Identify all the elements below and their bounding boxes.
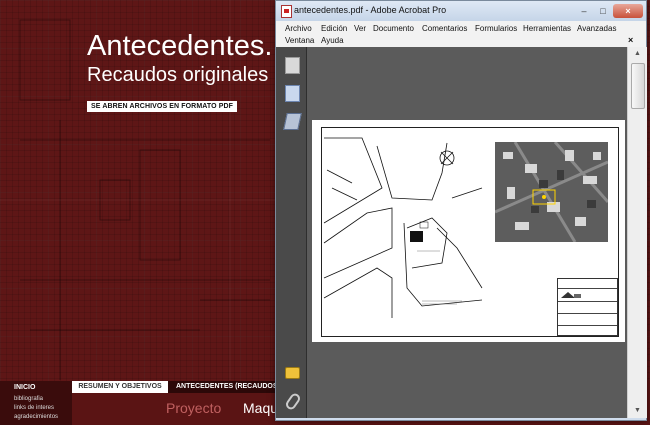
scroll-down-icon[interactable]: ▼ [628,404,647,418]
bookmarks-icon[interactable] [285,85,300,102]
nav-agradecimientos-link[interactable]: agradecimientos [14,414,58,420]
drawing-title-block [557,278,618,336]
tab-resumen-objetivos[interactable]: RESUMEN Y OBJETIVOS [72,381,168,393]
navigation-pane [276,47,307,418]
title-block-row [558,288,617,289]
site-plan-drawing [323,137,483,318]
nav-links-link[interactable]: links de interes [14,405,54,411]
title-block-row [558,313,617,314]
menu-comentarios[interactable]: Comentarios [422,24,467,33]
window-titlebar[interactable]: antecedentes.pdf - Adobe Acrobat Pro – □… [276,1,646,21]
menu-avanzadas[interactable]: Avanzadas [577,24,616,33]
page-title: Antecedentes. [87,30,273,62]
close-button[interactable]: × [613,4,643,18]
menu-documento[interactable]: Documento [373,24,414,33]
close-document-icon[interactable]: × [628,35,633,45]
maximize-button[interactable]: □ [594,4,612,18]
aerial-photo-image [495,142,608,242]
menu-archivo[interactable]: Archivo [285,24,312,33]
title-block-row [558,325,617,326]
menu-herramientas[interactable]: Herramientas [523,24,571,33]
window-title: antecedentes.pdf - Adobe Acrobat Pro [294,5,447,15]
pdf-page [312,120,625,342]
pages-icon[interactable] [285,57,300,74]
scroll-thumb[interactable] [631,63,645,109]
pdf-format-note: SE ABREN ARCHIVOS EN FORMATO PDF [87,101,238,112]
comments-icon[interactable] [285,367,300,379]
menu-formularios[interactable]: Formularios [475,24,517,33]
scroll-up-icon[interactable]: ▲ [628,47,647,61]
nav-inicio-link[interactable]: INICIO [14,384,35,391]
aerial-photo [495,142,608,242]
title-block-row [558,301,617,302]
attachment-icon[interactable] [284,391,302,412]
page-subtitle: Recaudos originales [87,64,269,86]
tab-antecedentes[interactable]: ANTECEDENTES (RECAUDOS O [168,381,280,393]
menu-ventana[interactable]: Ventana [285,36,314,45]
acrobat-window: antecedentes.pdf - Adobe Acrobat Pro – □… [275,0,647,421]
menu-bar: Archivo Edición Ver Documento Comentario… [276,21,646,47]
pdf-file-icon [281,5,292,18]
left-nav-menu: INICIO bibliografia links de interes agr… [0,381,72,425]
menu-ayuda[interactable]: Ayuda [321,36,344,45]
document-area[interactable] [307,47,627,418]
vertical-scrollbar[interactable]: ▲ ▼ [627,47,647,418]
nav-bibliografia-link[interactable]: bibliografia [14,396,43,402]
menu-ver[interactable]: Ver [354,24,366,33]
signatures-icon[interactable] [283,113,302,130]
title-block-logo [561,292,581,298]
menu-edicion[interactable]: Edición [321,24,347,33]
proyecto-link[interactable]: Proyecto [166,400,221,416]
minimize-button[interactable]: – [575,4,593,18]
